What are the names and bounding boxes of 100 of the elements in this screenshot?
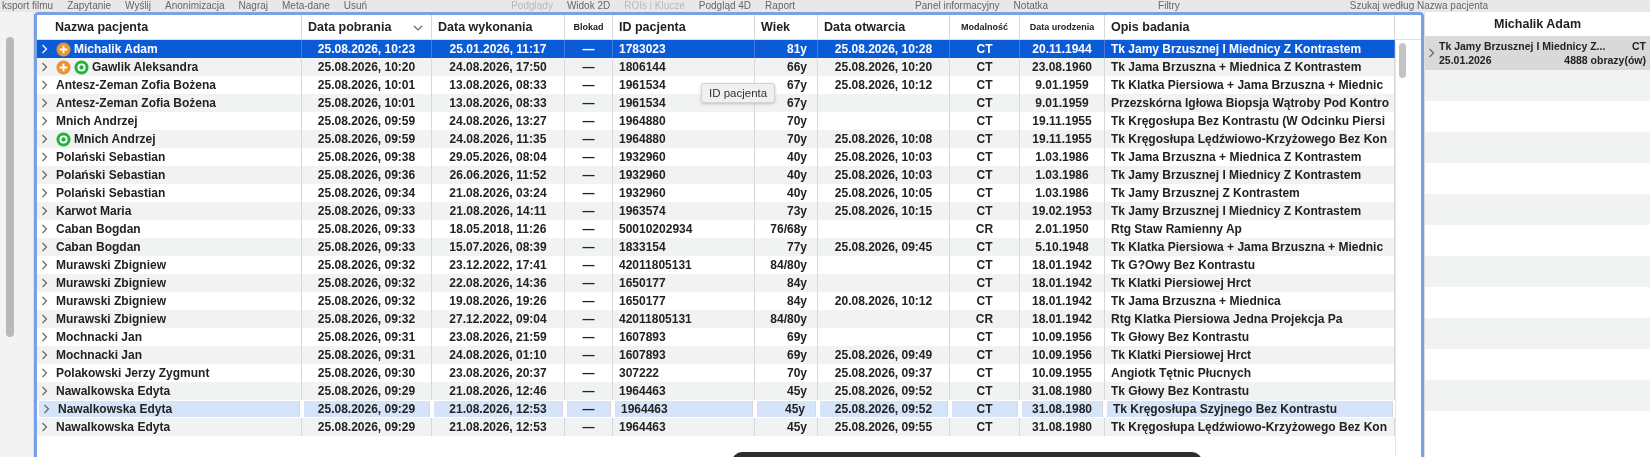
table-cell: 25.08.2026, 10:20 [834, 60, 933, 74]
table-cell: 20.08.2026, 10:12 [834, 294, 933, 308]
table-cell: 1961534 [619, 96, 666, 110]
table-cell: 2.01.1950 [1035, 222, 1089, 236]
table-cell: 45y [784, 402, 805, 416]
table-row[interactable]: Murawski Zbigniew 25.08.2026, 09:32 27.12.2022, 09:04 — 42011805131 84/80y CR 18.01.1942 Rtg Klatka Piersiowa Jedna Projekcja Pa [37, 310, 1395, 328]
table-cell: 23.08.2026, 21:59 [449, 330, 547, 344]
table-cell: Tk Jama Brzuszna + Miednica Z Kontrastem [1111, 60, 1362, 74]
table-cell: 84/80y [770, 312, 807, 326]
column-header[interactable]: Data wykonania [432, 15, 565, 39]
toolbar-item[interactable]: Nagraj [238, 0, 268, 12]
column-header[interactable]: Modalność [950, 15, 1020, 39]
toolbar-item[interactable]: Widok 2D [566, 0, 611, 12]
toolbar-item[interactable]: Wyślij [125, 0, 152, 12]
table-cell: 1932960 [619, 186, 666, 200]
table-cell: — [582, 258, 595, 272]
table-cell: 21.08.2026, 12:46 [449, 384, 547, 398]
table-cell: 10.09.1955 [1031, 366, 1093, 380]
table-cell: — [582, 312, 595, 326]
table-cell: 1833154 [619, 240, 666, 254]
toolbar-item[interactable]: Meta-dane [282, 0, 330, 12]
table-row[interactable]: Karwot Maria 25.08.2026, 09:33 21.08.2026, 14:11 — 1963574 73y 25.08.2026, 10:15 CT 19.02.1953 Tk Jamy Brzusznej I Miednicy Z Kontrastem [37, 202, 1395, 220]
column-header[interactable]: Wiek [755, 15, 818, 39]
toolbar-item[interactable]: Panel informacyjny [915, 0, 1000, 12]
table-cell: CT [976, 150, 993, 164]
table-row[interactable]: Caban Bogdan 25.08.2026, 09:33 15.07.2026, 08:39 — 1833154 77y 25.08.2026, 09:45 CT 5.10.1948 Tk Klatka Piersiowa + Jama Brzuszna + Miednic [37, 238, 1395, 256]
table-row[interactable]: Nawalkowska Edyta 25.08.2026, 09:29 21.08.2026, 12:53 — 1964463 45y 25.08.2026, 09:52 CT 31.08.1980 Tk Kręgosłupa Szyjnego Bez Kontrastu [37, 400, 1395, 418]
study-item[interactable]: Tk Jamy Brzusznej I Miednicy Z... CT 25.01.2026 4888 obrazy(ów) [1425, 36, 1650, 70]
table-cell: 307222 [619, 366, 660, 380]
table-cell: Tk G?Owy Bez Kontrastu [1111, 258, 1256, 272]
table-cell: CT [976, 132, 993, 146]
patient-name: Nawalkowska Edyta [56, 384, 171, 398]
table-cell: 67y [786, 96, 807, 110]
table-cell: 23.08.1960 [1031, 60, 1093, 74]
study-description: Tk Jamy Brzusznej I Miednicy Z... [1439, 39, 1606, 53]
scrollbar-thumb[interactable] [6, 37, 14, 337]
patient-name: Polański Sebastian [56, 168, 166, 182]
table-cell: — [582, 330, 595, 344]
table-cell: 25.08.2026, 10:15 [834, 204, 933, 218]
table-cell: 25.08.2026, 09:29 [317, 420, 416, 434]
table-cell: — [582, 384, 595, 398]
table-cell: 25.08.2026, 09:33 [317, 222, 416, 236]
table-row[interactable]: Mochnacki Jan 25.08.2026, 09:31 24.08.2026, 01:10 — 1607893 69y 25.08.2026, 09:49 CT 10.09.1956 Tk Klatki Piersiowej Hrct [37, 346, 1395, 364]
table-cell: 84y [786, 276, 807, 290]
table-cell: 25.08.2026, 10:23 [317, 42, 416, 56]
table-cell: 25.08.2026, 09:32 [317, 294, 416, 308]
toolbar-item[interactable]: Usuń [343, 0, 368, 12]
table-cell: 69y [786, 348, 807, 362]
table-cell: 1806144 [619, 60, 666, 74]
table-cell: 13.08.2026, 08:33 [449, 78, 547, 92]
table-cell: CT [976, 240, 993, 254]
column-header[interactable]: Blokad [565, 15, 613, 39]
table-cell: 25.08.2026, 09:33 [317, 240, 416, 254]
table-cell: Przezskórna Igłowa Biopsja Wątroby Pod Kontro [1111, 96, 1390, 110]
image-count: 4888 obrazy(ów) [1564, 53, 1646, 67]
column-header[interactable]: Data urodzenia [1020, 15, 1105, 39]
table-cell: CT [976, 258, 993, 272]
table-row[interactable]: Michalik Adam 25.08.2026, 10:23 25.01.2026, 11:17 — 1783023 81y 25.08.2026, 10:28 CT 20.11.1944 Tk Jamy Brzusznej I Miednicy Z Kontrastem [37, 40, 1395, 58]
table-row[interactable]: Nawalkowska Edyta 25.08.2026, 09:29 21.08.2026, 12:46 — 1964463 45y 25.08.2026, 09:52 CT 31.08.1980 Tk Głowy Bez Kontrastu [37, 382, 1395, 400]
panel-title: Michalik Adam [1492, 16, 1583, 33]
table-cell: Tk Jamy Brzusznej I Miednicy Z Kontrastem [1111, 168, 1362, 182]
column-header[interactable]: ID pacjenta [613, 15, 755, 39]
chevron-icon[interactable] [1428, 48, 1435, 58]
scrollbar-thumb[interactable] [1399, 43, 1406, 78]
toolbar-item[interactable]: Anonimizacja [165, 0, 225, 12]
toolbar-item[interactable]: ksport filmu [2, 0, 54, 12]
table-cell: 13.08.2026, 08:33 [449, 96, 547, 110]
table-cell: 31.08.1980 [1031, 384, 1093, 398]
table-cell: 18.01.1942 [1031, 312, 1093, 326]
table-cell: 1607893 [619, 330, 666, 344]
table-cell: 31.08.1980 [1031, 420, 1093, 434]
table-cell: Rtg Klatka Piersiowa Jedna Projekcja Pa [1111, 312, 1343, 326]
column-header[interactable]: Data otwarcia [818, 15, 950, 39]
toolbar-item[interactable]: Filtry [1158, 0, 1180, 12]
table-cell: CT [976, 186, 993, 200]
table-row[interactable]: Polański Sebastian 25.08.2026, 09:36 26.06.2026, 11:52 — 1932960 40y 25.08.2026, 10:03 CT 1.03.1986 Tk Jamy Brzusznej I Miednicy Z Kontrastem [37, 166, 1395, 184]
toolbar-item[interactable]: Podgląd 4D [698, 0, 752, 12]
toolbar-item[interactable]: Notatka [1013, 0, 1049, 12]
table-cell: Tk Kręgosłupa Bez Kontrastu (W Odcinku Piersi [1111, 114, 1386, 128]
table-cell: 19.11.1955 [1032, 132, 1092, 146]
toolbar-item[interactable]: Zapytanie [67, 0, 112, 12]
table-cell: 1964880 [619, 114, 666, 128]
toolbar-item[interactable]: Szukaj według Nazwa pacjenta [1349, 0, 1489, 12]
study-modality: CT [1632, 39, 1646, 53]
column-header[interactable]: Opis badania [1105, 15, 1395, 39]
table-cell: 1.03.1986 [1035, 150, 1089, 164]
table-row[interactable]: Murawski Zbigniew 25.08.2026, 09:32 22.08.2026, 14:36 — 1650177 84y CT 18.01.1942 Tk Klatki Piersiowej Hrct [37, 274, 1395, 292]
table-cell: 1650177 [619, 276, 666, 290]
table-cell: 1964463 [621, 402, 668, 416]
table-row[interactable]: Mnich Andrzej 25.08.2026, 09:59 24.08.2026, 11:35 — 1964880 70y 25.08.2026, 10:08 CT 19.11.1955 Tk Kręgosłupa Lędźwiowo-Krzyżowego Bez Kon [37, 130, 1395, 148]
table-row[interactable]: Gawlik Aleksandra 25.08.2026, 10:20 24.08.2026, 17:50 — 1806144 66y 25.08.2026, 10:20 CT 23.08.1960 Tk Jama Brzuszna + Miednica Z Kontrastem [37, 58, 1395, 76]
table-row[interactable]: Nawalkowska Edyta 25.08.2026, 09:29 21.08.2026, 12:53 — 1964463 45y 25.08.2026, 09:55 CT 31.08.1980 Tk Kręgosłupa Lędźwiowo-Krzyżowego Bez Kon [37, 418, 1395, 436]
table-cell: CR [975, 312, 994, 326]
toolbar-item[interactable]: Raport [765, 0, 796, 12]
patient-name: Caban Bogdan [56, 222, 141, 236]
column-header[interactable]: Nazwa pacjenta [37, 15, 302, 39]
table-cell: 25.08.2026, 09:31 [317, 348, 416, 362]
table-cell: 5.10.1948 [1035, 240, 1089, 254]
column-header[interactable]: Data pobrania [302, 15, 432, 39]
table-cell: 24.08.2026, 17:50 [449, 60, 547, 74]
